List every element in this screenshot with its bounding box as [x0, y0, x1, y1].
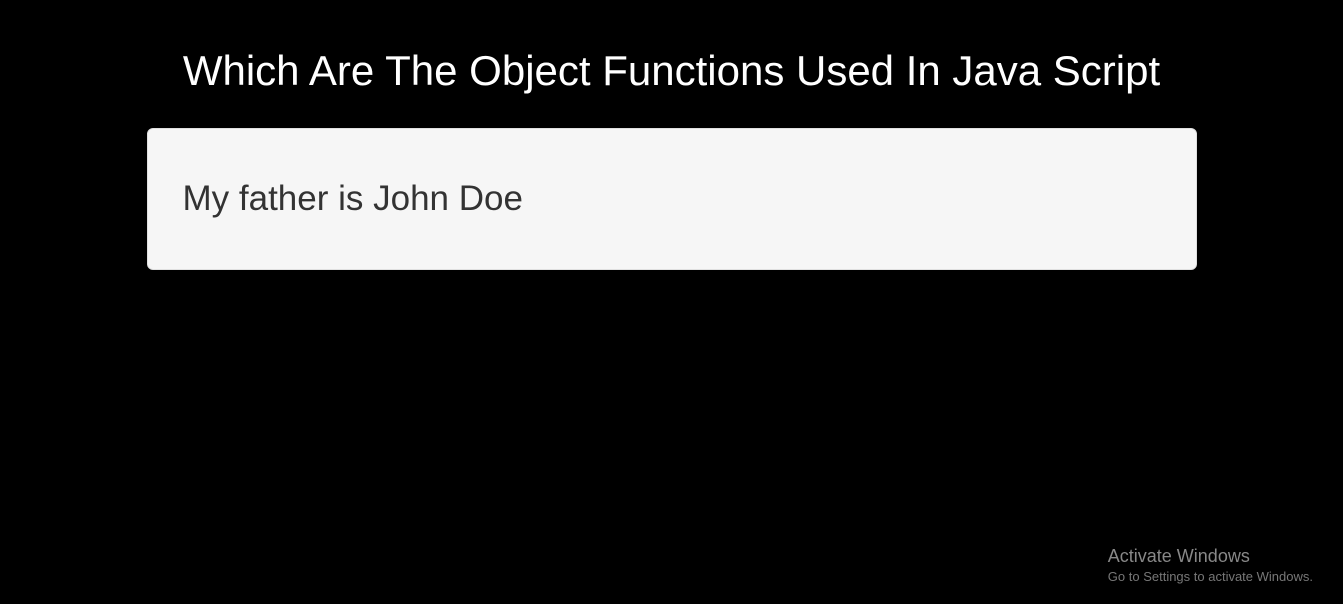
windows-activation-watermark: Activate Windows Go to Settings to activ…	[1108, 546, 1313, 584]
page-title: Which Are The Object Functions Used In J…	[172, 0, 1172, 98]
watermark-subtitle: Go to Settings to activate Windows.	[1108, 569, 1313, 584]
output-panel: My father is John Doe	[147, 128, 1197, 270]
output-text: My father is John Doe	[183, 179, 1161, 219]
watermark-title: Activate Windows	[1108, 546, 1313, 567]
